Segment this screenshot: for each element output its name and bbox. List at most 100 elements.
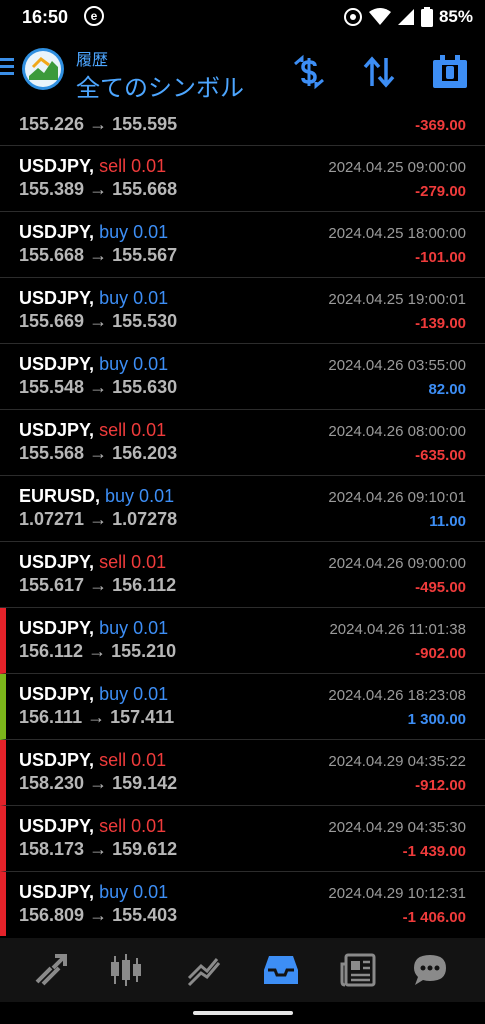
deal-row[interactable]: USDJPY, sell 0.01 2024.04.29 04:35:30 158.… xyxy=(0,806,485,872)
deal-symbol: USDJPY, xyxy=(19,288,95,308)
deal-title: USDJPY, buy 0.01 xyxy=(19,882,168,903)
chat-icon[interactable] xyxy=(412,952,448,988)
home-indicator xyxy=(193,1011,293,1015)
deal-prices: 155.669 → 155.530 xyxy=(19,311,178,331)
deal-title: USDJPY, buy 0.01 xyxy=(19,288,168,309)
deal-row[interactable]: USDJPY, buy 0.01 2024.04.29 10:12:31 156.8… xyxy=(0,872,485,936)
deal-prices: 158.230 → 159.142 xyxy=(19,773,178,793)
bottom-navigation xyxy=(0,938,485,1002)
header-subtitle: 履歴 xyxy=(76,52,109,69)
battery-percent: 85% xyxy=(438,7,473,26)
deal-prices: 155.668 → 155.567 xyxy=(19,245,178,265)
calendar-icon[interactable] xyxy=(432,54,468,90)
deal-datetime: 2024.04.26 11:01:38 xyxy=(329,621,466,638)
deal-row[interactable]: USDJPY, buy 0.01 2024.04.25 18:00:00 155.6… xyxy=(0,212,485,278)
deal-title: EURUSD, buy 0.01 xyxy=(19,486,174,507)
deal-profit: -912.00 xyxy=(415,777,466,794)
signal-icon xyxy=(397,9,414,25)
deal-profit: -139.00 xyxy=(415,315,466,332)
history-icon[interactable] xyxy=(263,952,299,988)
app-header: 履歴 全てのシンボル xyxy=(0,38,485,102)
deal-side-volume: sell 0.01 xyxy=(99,552,167,572)
deal-side-volume: buy 0.01 xyxy=(99,618,169,638)
deal-profit: 82.00 xyxy=(428,381,466,398)
deal-profit: -495.00 xyxy=(415,579,466,596)
deal-prices: 155.617 → 156.112 xyxy=(19,575,177,595)
wifi-icon xyxy=(368,8,391,25)
deal-prices: 156.112 → 155.210 xyxy=(19,641,177,661)
app-logo xyxy=(22,48,64,90)
deal-row[interactable]: USDJPY, sell 0.01 2024.04.25 09:00:00 155.… xyxy=(0,146,485,212)
news-icon[interactable] xyxy=(340,952,376,988)
chart-icon[interactable] xyxy=(108,952,144,988)
deal-datetime: 2024.04.26 09:00:00 xyxy=(328,555,466,572)
deal-side-volume: sell 0.01 xyxy=(99,420,167,440)
currency-dollar-icon[interactable] xyxy=(291,54,327,90)
deal-row[interactable]: USDJPY, buy 0.01 2024.04.26 03:55:00 155.5… xyxy=(0,344,485,410)
deal-side-volume: buy 0.01 xyxy=(105,486,175,506)
deal-symbol: USDJPY, xyxy=(19,816,95,836)
deal-title: USDJPY, sell 0.01 xyxy=(19,750,166,771)
deal-title: USDJPY, buy 0.01 xyxy=(19,222,168,243)
deal-prices: 155.389 → 155.668 xyxy=(19,179,178,199)
quotes-icon[interactable] xyxy=(33,952,69,988)
status-icons: 85% xyxy=(337,5,473,29)
deal-row[interactable]: USDJPY, sell 0.01 2024.04.26 08:00:00 155.… xyxy=(0,410,485,476)
header-title[interactable]: 全てのシンボル xyxy=(76,68,244,103)
deal-side-volume: buy 0.01 xyxy=(99,354,169,374)
deal-title: USDJPY, sell 0.01 xyxy=(19,156,166,177)
deal-profit: -369.00 xyxy=(415,117,466,134)
deal-row[interactable]: USDJPY, buy 0.01 2024.04.25 19:00:01 155.6… xyxy=(0,278,485,344)
deal-datetime: 2024.04.26 09:10:01 xyxy=(328,489,466,506)
deal-symbol: USDJPY, xyxy=(19,552,95,572)
deal-title: USDJPY, sell 0.01 xyxy=(19,816,166,837)
deal-side-volume: buy 0.01 xyxy=(99,288,169,308)
deal-datetime: 2024.04.29 10:12:31 xyxy=(328,885,466,902)
deal-profit: -101.00 xyxy=(415,249,466,266)
menu-icon[interactable] xyxy=(0,58,14,79)
deal-side-volume: sell 0.01 xyxy=(99,156,167,176)
deal-title: USDJPY, sell 0.01 xyxy=(19,420,166,441)
deal-side-volume: buy 0.01 xyxy=(99,882,169,902)
deal-prices: 155.226 → 155.595 xyxy=(19,114,178,134)
deal-profit: -902.00 xyxy=(415,645,466,662)
history-list[interactable]: 155.226 → 155.595 -369.00 USDJPY, sell 0.0… xyxy=(0,104,485,936)
deal-symbol: USDJPY, xyxy=(19,684,95,704)
deal-side-volume: sell 0.01 xyxy=(99,816,167,836)
deal-datetime: 2024.04.25 18:00:00 xyxy=(328,225,466,242)
deal-profit: -1 439.00 xyxy=(402,843,466,860)
sort-icon[interactable] xyxy=(361,54,397,90)
deal-prices: 156.111 → 157.411 xyxy=(19,707,175,727)
deal-title: USDJPY, buy 0.01 xyxy=(19,684,168,705)
deal-symbol: USDJPY, xyxy=(19,156,95,176)
deal-title: USDJPY, buy 0.01 xyxy=(19,618,168,639)
deal-row[interactable]: EURUSD, buy 0.01 2024.04.26 09:10:01 1.072… xyxy=(0,476,485,542)
deal-datetime: 2024.04.25 09:00:00 xyxy=(328,159,466,176)
deal-symbol: USDJPY, xyxy=(19,354,95,374)
deal-title: USDJPY, sell 0.01 xyxy=(19,552,166,573)
deal-prices: 1.07271 → 1.07278 xyxy=(19,509,178,529)
status-e-badge: e xyxy=(84,6,104,26)
deal-symbol: USDJPY, xyxy=(19,750,95,770)
deal-profit: -635.00 xyxy=(415,447,466,464)
deal-side-volume: buy 0.01 xyxy=(99,684,169,704)
deal-symbol: USDJPY, xyxy=(19,618,95,638)
deal-row[interactable]: 155.226 → 155.595 -369.00 xyxy=(0,104,485,146)
deal-symbol: USDJPY, xyxy=(19,882,95,902)
deal-datetime: 2024.04.29 04:35:22 xyxy=(328,753,466,770)
deal-prices: 155.548 → 155.630 xyxy=(19,377,178,397)
deal-symbol: USDJPY, xyxy=(19,222,95,242)
status-bar: 16:50 e 85% xyxy=(0,0,485,34)
deal-row[interactable]: USDJPY, buy 0.01 2024.04.26 18:23:08 156.1… xyxy=(0,674,485,740)
deal-symbol: EURUSD, xyxy=(19,486,101,506)
deal-datetime: 2024.04.25 19:00:01 xyxy=(328,291,466,308)
deal-datetime: 2024.04.26 18:23:08 xyxy=(328,687,466,704)
trade-icon[interactable] xyxy=(186,952,222,988)
deal-prices: 156.809 → 155.403 xyxy=(19,905,178,925)
deal-datetime: 2024.04.29 04:35:30 xyxy=(328,819,466,836)
deal-profit: -1 406.00 xyxy=(402,909,466,926)
deal-row[interactable]: USDJPY, buy 0.01 2024.04.26 11:01:38 156.1… xyxy=(0,608,485,674)
deal-row[interactable]: USDJPY, sell 0.01 2024.04.26 09:00:00 155.… xyxy=(0,542,485,608)
battery-icon xyxy=(420,7,433,27)
deal-row[interactable]: USDJPY, sell 0.01 2024.04.29 04:35:22 158.… xyxy=(0,740,485,806)
